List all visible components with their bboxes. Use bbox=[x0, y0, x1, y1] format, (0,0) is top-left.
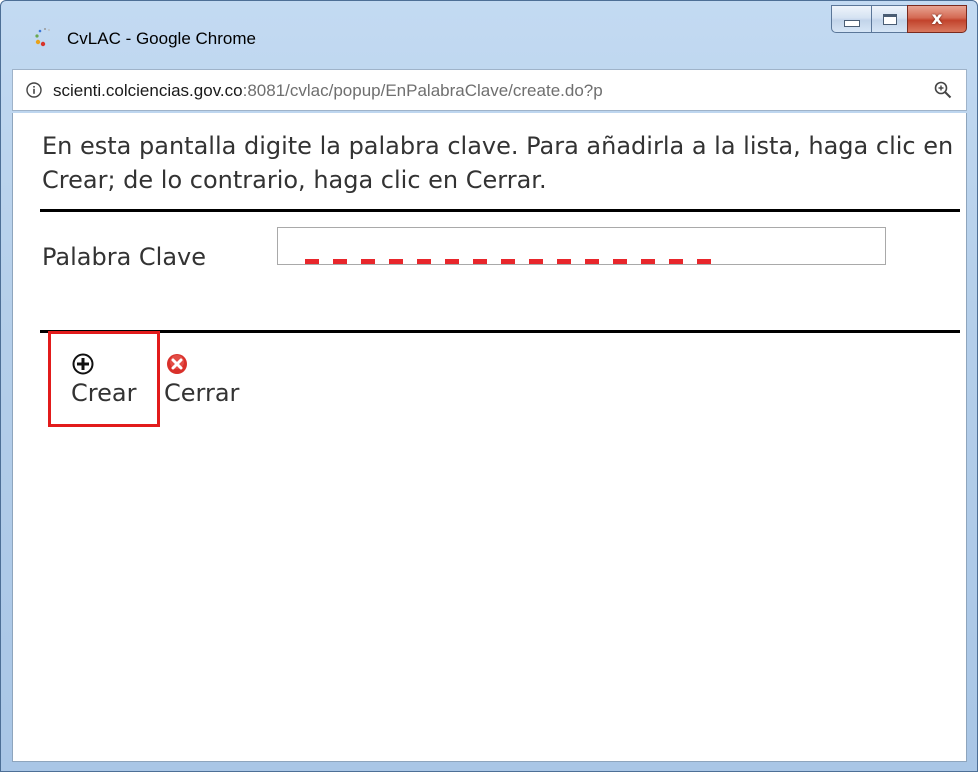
minimize-icon bbox=[843, 19, 860, 27]
minimize-button[interactable] bbox=[831, 5, 871, 33]
window-title: CvLAC - Google Chrome bbox=[67, 29, 256, 48]
title-bar[interactable]: CvLAC - Google Chrome x bbox=[1, 1, 977, 63]
maximize-icon bbox=[882, 13, 897, 25]
close-window-button[interactable]: x bbox=[907, 5, 967, 33]
maximize-button[interactable] bbox=[871, 5, 907, 33]
plus-circle-icon bbox=[72, 353, 94, 375]
create-label: Crear bbox=[71, 379, 137, 407]
window-controls: x bbox=[831, 5, 967, 35]
instructions-text: En esta pantalla digite la palabra clave… bbox=[42, 132, 954, 194]
keyword-label: Palabra Clave bbox=[42, 243, 207, 271]
divider-top bbox=[40, 209, 960, 212]
zoom-icon[interactable] bbox=[934, 81, 952, 99]
create-button[interactable]: Crear bbox=[71, 353, 136, 407]
close-label: Cerrar bbox=[164, 379, 240, 407]
address-bar[interactable]: scienti.colciencias.gov.co:8081/cvlac/po… bbox=[12, 69, 967, 111]
url-host: scienti.colciencias.gov.co bbox=[53, 81, 243, 100]
close-circle-icon bbox=[167, 354, 187, 374]
close-button[interactable]: Cerrar bbox=[164, 353, 239, 407]
info-icon[interactable] bbox=[26, 82, 42, 98]
close-icon: x bbox=[931, 9, 943, 29]
red-dashed-annotation bbox=[305, 259, 715, 264]
browser-window: CvLAC - Google Chrome x scienti.colcienc… bbox=[0, 0, 978, 772]
chrome-app-icon bbox=[35, 28, 50, 47]
page-content: En esta pantalla digite la palabra clave… bbox=[12, 113, 967, 762]
url-text[interactable]: scienti.colciencias.gov.co:8081/cvlac/po… bbox=[53, 81, 923, 101]
divider-bottom bbox=[40, 330, 960, 333]
url-path: :8081/cvlac/popup/EnPalabraClave/create.… bbox=[242, 81, 603, 100]
